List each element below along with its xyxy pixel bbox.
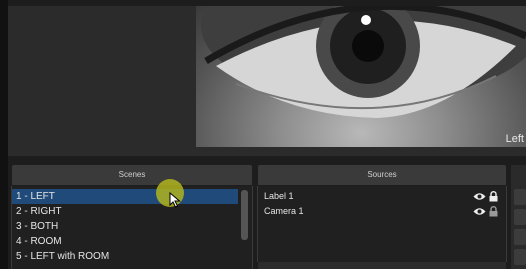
source-item-label-1[interactable]: Label 1 <box>258 189 506 204</box>
scene-item-2[interactable]: 2 - RIGHT <box>12 204 238 219</box>
scene-item-4[interactable]: 4 - ROOM <box>12 234 238 249</box>
source-item-controls <box>473 204 498 219</box>
source-list: Label 1 Camera 1 <box>258 186 506 219</box>
panel-button[interactable] <box>514 229 526 245</box>
camera-preview: Left <box>196 6 526 147</box>
sources-header: Sources <box>258 165 506 185</box>
scene-list: 1 - LEFT 2 - RIGHT 3 - BOTH 4 - ROOM 5 -… <box>12 186 238 264</box>
source-item-name: Label 1 <box>264 191 294 201</box>
sources-toolbar <box>258 262 506 269</box>
scenes-scrollbar[interactable] <box>241 190 248 240</box>
window-edge <box>0 0 8 269</box>
mouse-cursor-icon <box>169 192 181 208</box>
eye-icon[interactable] <box>473 192 486 201</box>
scene-item-1[interactable]: 1 - LEFT <box>12 189 238 204</box>
lock-icon[interactable] <box>489 191 498 202</box>
next-panel-edge <box>511 165 526 269</box>
panel-button[interactable] <box>514 249 526 265</box>
lock-icon[interactable] <box>489 206 498 217</box>
scene-item-3[interactable]: 3 - BOTH <box>12 219 238 234</box>
scenes-panel: 1 - LEFT 2 - RIGHT 3 - BOTH 4 - ROOM 5 -… <box>11 186 253 269</box>
source-item-controls <box>473 189 498 204</box>
sources-panel: Label 1 Camera 1 <box>257 186 507 262</box>
scenes-header: Scenes <box>12 165 252 185</box>
source-item-name: Camera 1 <box>264 206 304 216</box>
eye-icon[interactable] <box>473 207 486 216</box>
scene-item-5[interactable]: 5 - LEFT with ROOM <box>12 249 238 264</box>
panel-button[interactable] <box>514 189 526 205</box>
eye-image <box>201 6 526 118</box>
source-name-label: Left <box>505 133 524 145</box>
panel-button[interactable] <box>514 209 526 225</box>
source-item-camera-1[interactable]: Camera 1 <box>258 204 506 219</box>
